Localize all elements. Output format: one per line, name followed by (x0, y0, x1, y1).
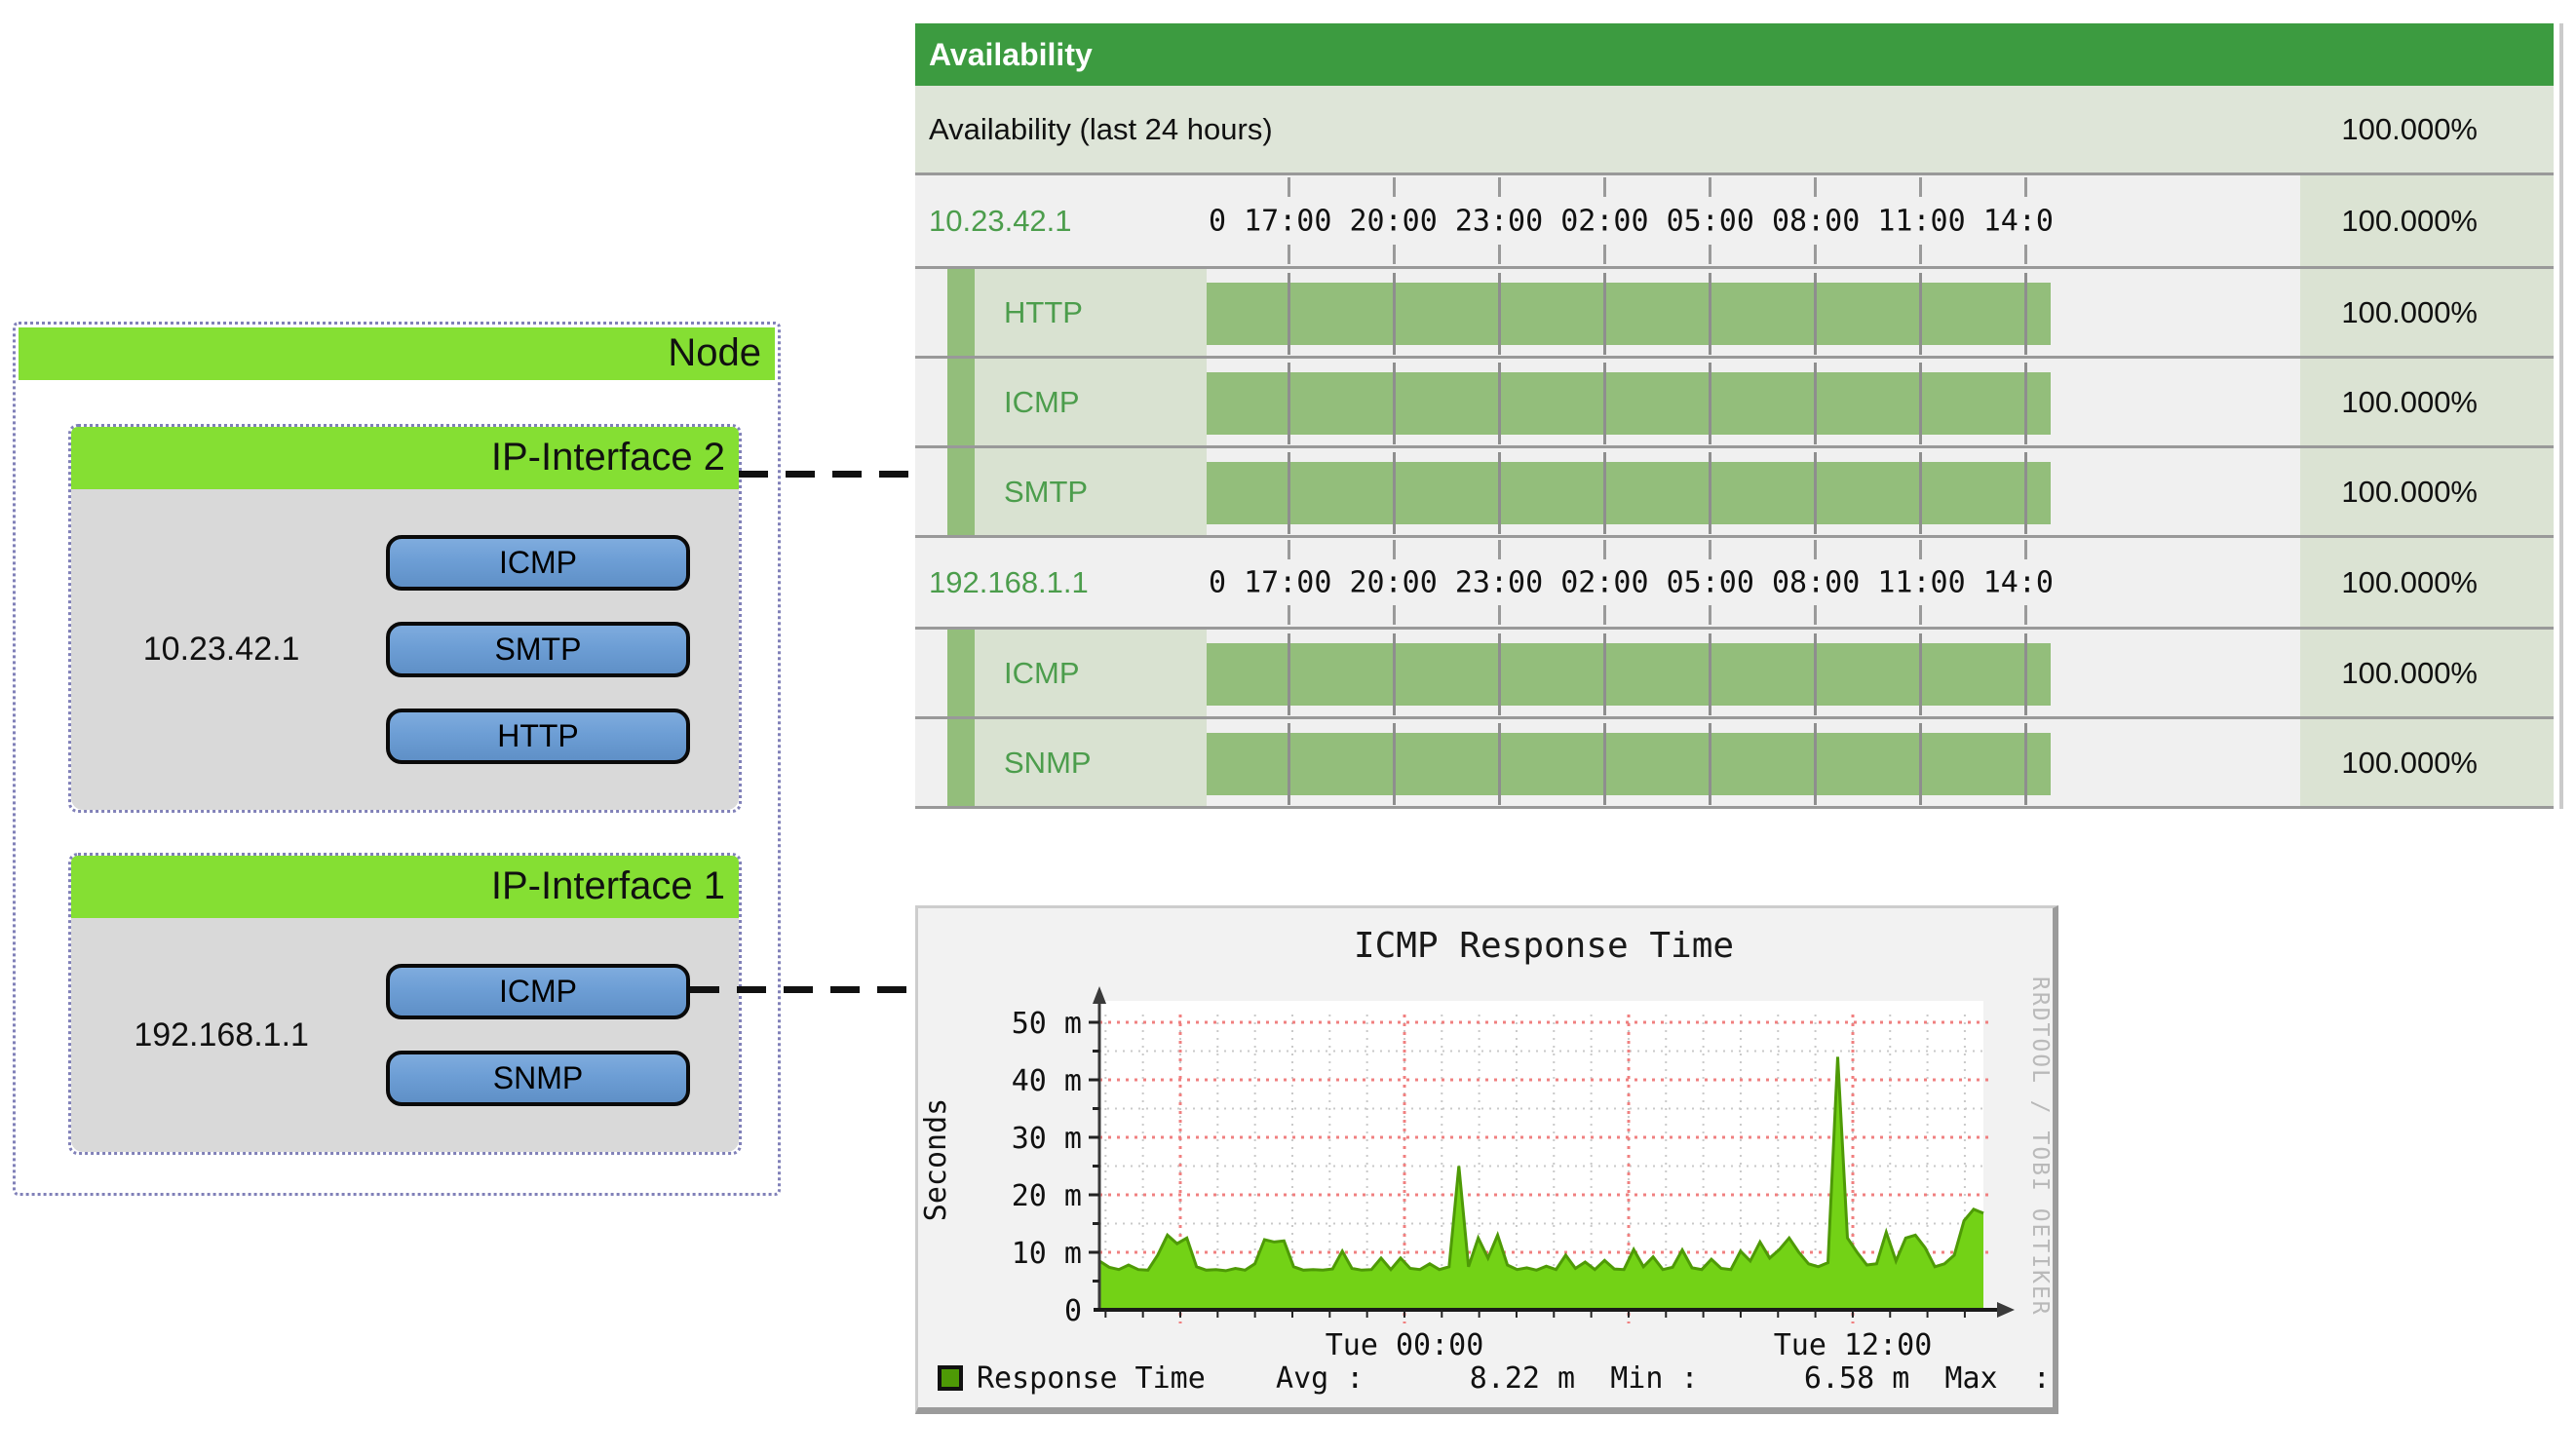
snmp-service-button[interactable]: SNMP (386, 1051, 690, 1106)
http-service-button[interactable]: HTTP (386, 709, 690, 764)
service-link-snmp[interactable]: SNMP (1004, 746, 1092, 781)
tick-marks (1207, 633, 2084, 715)
smtp-service-button[interactable]: SMTP (386, 622, 690, 677)
green-stripe (947, 630, 975, 716)
service-link-icmp[interactable]: ICMP (1004, 656, 1080, 691)
availability-value: 100.000% (2300, 630, 2554, 716)
svg-text:0: 0 (1064, 1294, 1082, 1328)
y-axis-label: Seconds (919, 1082, 948, 1238)
chart-legend: Response Time Avg : 8.22 m Min : 6.58 m … (938, 1360, 2053, 1396)
availability-timeline (1207, 630, 2300, 716)
ip-interface-1-body: 192.168.1.1 ICMP SNMP (71, 918, 739, 1152)
interface-row: 192.168.1.1 0 17:00 20:00 23:00 02:00 05… (915, 535, 2554, 627)
availability-value: 100.000% (2300, 269, 2554, 356)
svg-text:30 m: 30 m (1012, 1122, 1082, 1156)
ip-interface-2-body: 10.23.42.1 ICMP SMTP HTTP (71, 489, 739, 810)
time-axis-header: 0 17:00 20:00 23:00 02:00 05:00 08:00 11… (1207, 538, 2300, 627)
summary-label: Availability (last 24 hours) (915, 112, 2300, 147)
ip-link-192-168-1-1[interactable]: 192.168.1.1 (929, 565, 1089, 600)
node-box: Node IP-Interface 2 10.23.42.1 ICMP SMTP… (13, 322, 781, 1196)
availability-value: 100.000% (2300, 359, 2554, 445)
time-axis-labels: 0 17:00 20:00 23:00 02:00 05:00 08:00 11… (1209, 565, 2054, 599)
green-stripe (947, 269, 975, 356)
page-canvas: Node IP-Interface 2 10.23.42.1 ICMP SMTP… (0, 0, 2576, 1456)
rrdtool-watermark: RRDTOOL / TOBI OETIKER (2027, 977, 2053, 1366)
node-title-bar: Node (19, 327, 775, 380)
green-stripe (947, 448, 975, 535)
tick-marks (1207, 452, 2084, 534)
availability-timeline (1207, 269, 2300, 356)
svg-text:50 m: 50 m (1012, 1007, 1082, 1041)
dashed-connector-interface2-to-table (739, 471, 915, 478)
ip-link-10-23-42-1[interactable]: 10.23.42.1 (929, 204, 1072, 239)
ip-interface-1-box: IP-Interface 1 192.168.1.1 ICMP SNMP (68, 853, 742, 1155)
svg-text:Tue 12:00: Tue 12:00 (1774, 1328, 1933, 1362)
availability-timeline (1207, 448, 2300, 535)
availability-value: 100.000% (2300, 448, 2554, 535)
green-stripe (947, 719, 975, 806)
dashed-connector-icmp-to-chart (690, 986, 915, 993)
ip-interface-2-title-bar: IP-Interface 2 (71, 427, 739, 489)
legend-stats-text: Response Time Avg : 8.22 m Min : 6.58 m … (977, 1361, 2051, 1396)
svg-text:10 m: 10 m (1012, 1237, 1082, 1271)
service-row: HTTP 100.000% (915, 266, 2554, 356)
ip-address-label: 192.168.1.1 (71, 918, 371, 1152)
time-axis-header: 0 17:00 20:00 23:00 02:00 05:00 08:00 11… (1207, 175, 2300, 266)
availability-value: 100.000% (2300, 719, 2554, 806)
interface-row: 10.23.42.1 0 17:00 20:00 23:00 02:00 05:… (915, 172, 2554, 266)
service-link-icmp[interactable]: ICMP (1004, 385, 1080, 420)
service-row: SNMP 100.000% (915, 716, 2554, 806)
table-title: Availability (929, 37, 1093, 73)
svg-text:40 m: 40 m (1012, 1064, 1082, 1098)
table-right-border (2559, 23, 2563, 809)
tick-marks (1207, 605, 2084, 625)
service-row: SMTP 100.000% (915, 445, 2554, 535)
service-link-smtp[interactable]: SMTP (1004, 475, 1088, 510)
availability-timeline (1207, 359, 2300, 445)
svg-text:Tue 00:00: Tue 00:00 (1326, 1328, 1484, 1362)
legend-color-swatch (938, 1365, 963, 1391)
availability-value: 100.000% (2300, 538, 2554, 627)
availability-value: 100.000% (2300, 175, 2554, 266)
ip-interface-2-box: IP-Interface 2 10.23.42.1 ICMP SMTP HTTP (68, 424, 742, 813)
availability-timeline (1207, 719, 2300, 806)
time-axis-labels: 0 17:00 20:00 23:00 02:00 05:00 08:00 11… (1209, 204, 2054, 238)
service-link-http[interactable]: HTTP (1004, 295, 1083, 330)
icmp-response-time-chart: 010 m20 m30 m40 m50 mTue 00:00Tue 12:00 … (915, 905, 2058, 1414)
tick-marks (1207, 363, 2084, 444)
service-row: ICMP 100.000% (915, 356, 2554, 445)
tick-marks (1207, 177, 2084, 197)
icmp-service-button[interactable]: ICMP (386, 535, 690, 591)
table-header: Availability (915, 23, 2554, 86)
summary-availability-value: 100.000% (2300, 86, 2554, 172)
ip-interface-1-title-bar: IP-Interface 1 (71, 856, 739, 918)
icmp-service-button[interactable]: ICMP (386, 964, 690, 1019)
ip-address-label: 10.23.42.1 (71, 489, 371, 810)
service-button-column: ICMP SNMP (371, 918, 739, 1152)
green-stripe (947, 359, 975, 445)
summary-row: Availability (last 24 hours) 100.000% (915, 86, 2554, 172)
tick-marks (1207, 245, 2084, 264)
tick-marks (1207, 273, 2084, 355)
tick-marks (1207, 540, 2084, 559)
service-button-column: ICMP SMTP HTTP (371, 489, 739, 810)
tick-marks (1207, 723, 2084, 805)
chart-title: ICMP Response Time (1064, 926, 2023, 966)
svg-text:20 m: 20 m (1012, 1179, 1082, 1213)
availability-table: Availability Availability (last 24 hours… (915, 23, 2554, 809)
chart-plot-area: 0 10 m 20 m 30 m 40 m 50 m Tue 00:00 Tue 12:00 (918, 908, 2053, 1407)
service-row: ICMP 100.000% (915, 627, 2554, 716)
